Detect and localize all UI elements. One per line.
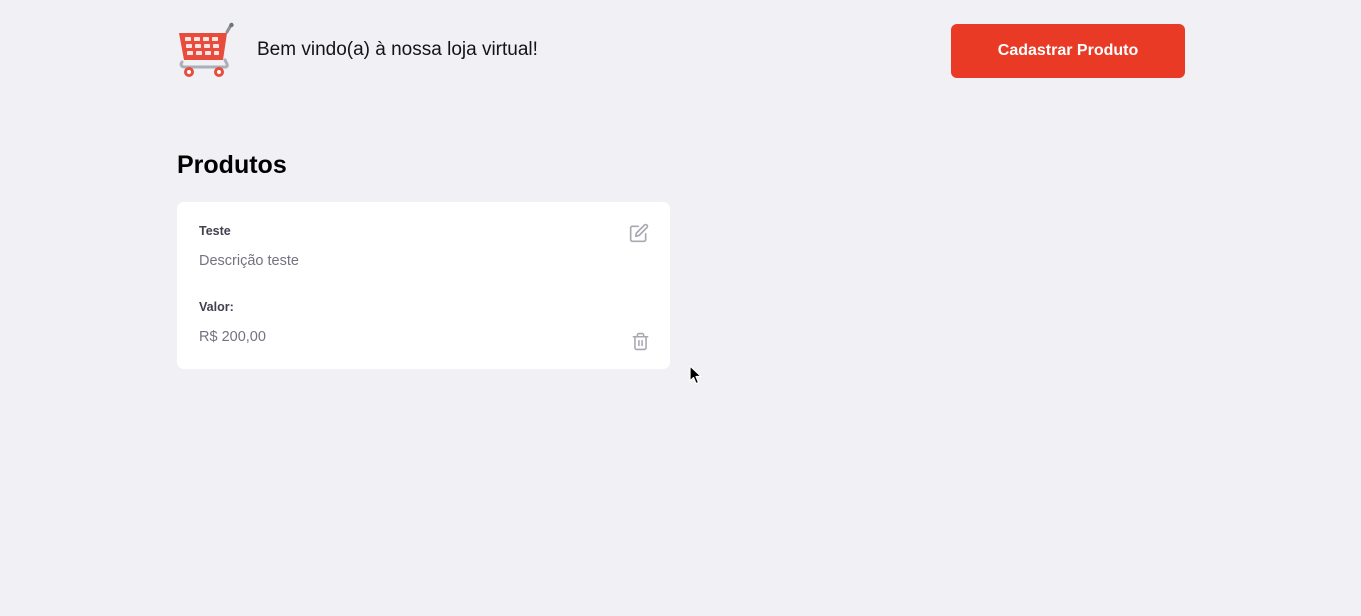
product-name: Teste [199,224,231,238]
page-header: Bem vindo(a) à nossa loja virtual! Cadas… [177,22,1185,78]
add-product-button[interactable]: Cadastrar Produto [951,24,1185,78]
welcome-text: Bem vindo(a) à nossa loja virtual! [257,39,538,60]
product-card: Teste Descrição teste Valor: R$ 200,00 [177,202,670,369]
product-description: Descrição teste [199,253,299,269]
trash-icon[interactable] [629,330,651,352]
product-price: R$ 200,00 [199,329,266,345]
page-title: Produtos [177,151,287,179]
mouse-cursor-icon [689,365,703,385]
shopping-cart-icon [177,22,235,78]
edit-icon[interactable] [628,222,650,244]
price-label: Valor: [199,300,234,314]
